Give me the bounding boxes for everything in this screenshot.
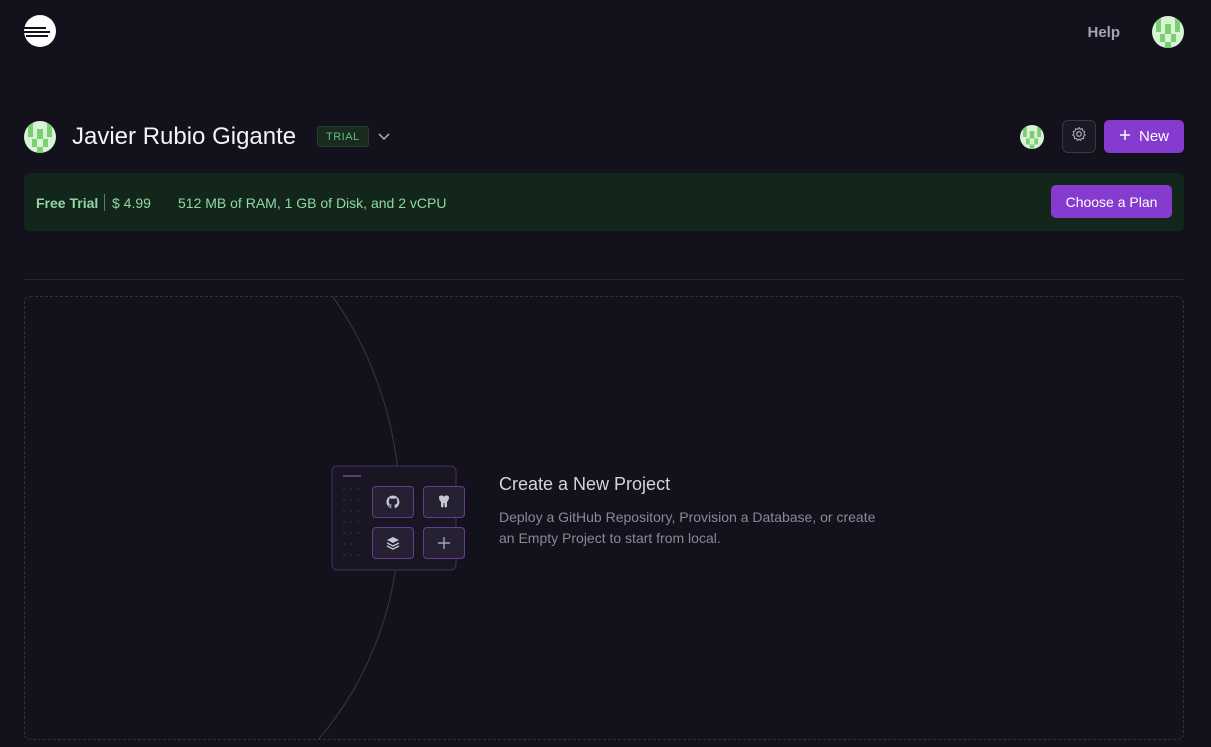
trial-price: $ 4.99 [112, 195, 151, 211]
postgres-icon [423, 486, 465, 518]
plus-icon [1119, 128, 1131, 145]
empty-state-description: Deploy a GitHub Repository, Provision a … [499, 509, 876, 546]
new-project-button[interactable]: New [1104, 120, 1184, 153]
gear-icon [1071, 126, 1087, 147]
settings-button[interactable] [1062, 120, 1096, 153]
workspace-header: Javier Rubio Gigante TRIAL New [24, 120, 1184, 154]
workspace-avatar-icon [24, 121, 56, 153]
top-bar: Help [0, 0, 1211, 64]
empty-state-title: Create a New Project [499, 474, 671, 494]
trial-label: Free Trial [36, 195, 99, 211]
plus-icon [423, 527, 465, 559]
github-icon [372, 486, 414, 518]
trial-badge: TRIAL [317, 126, 369, 147]
new-button-label: New [1138, 128, 1169, 145]
create-project-panel[interactable]: Create a New Project Deploy a GitHub Rep… [24, 296, 1184, 740]
member-avatar-icon[interactable] [1020, 125, 1044, 149]
chevron-down-icon[interactable] [376, 128, 392, 144]
user-avatar-icon[interactable] [1152, 16, 1184, 48]
template-stack-icon [372, 527, 414, 559]
workspace-name: Javier Rubio Gigante [72, 123, 297, 150]
trial-banner: Free Trial $ 4.99 512 MB of RAM, 1 GB of… [24, 173, 1184, 231]
railway-logo-icon[interactable] [24, 15, 56, 47]
trial-specs: 512 MB of RAM, 1 GB of Disk, and 2 vCPU [178, 195, 447, 211]
section-divider [24, 279, 1184, 280]
help-link[interactable]: Help [1087, 24, 1120, 41]
project-illustration [331, 465, 467, 571]
trial-separator [104, 194, 105, 211]
choose-plan-button[interactable]: Choose a Plan [1051, 185, 1172, 218]
